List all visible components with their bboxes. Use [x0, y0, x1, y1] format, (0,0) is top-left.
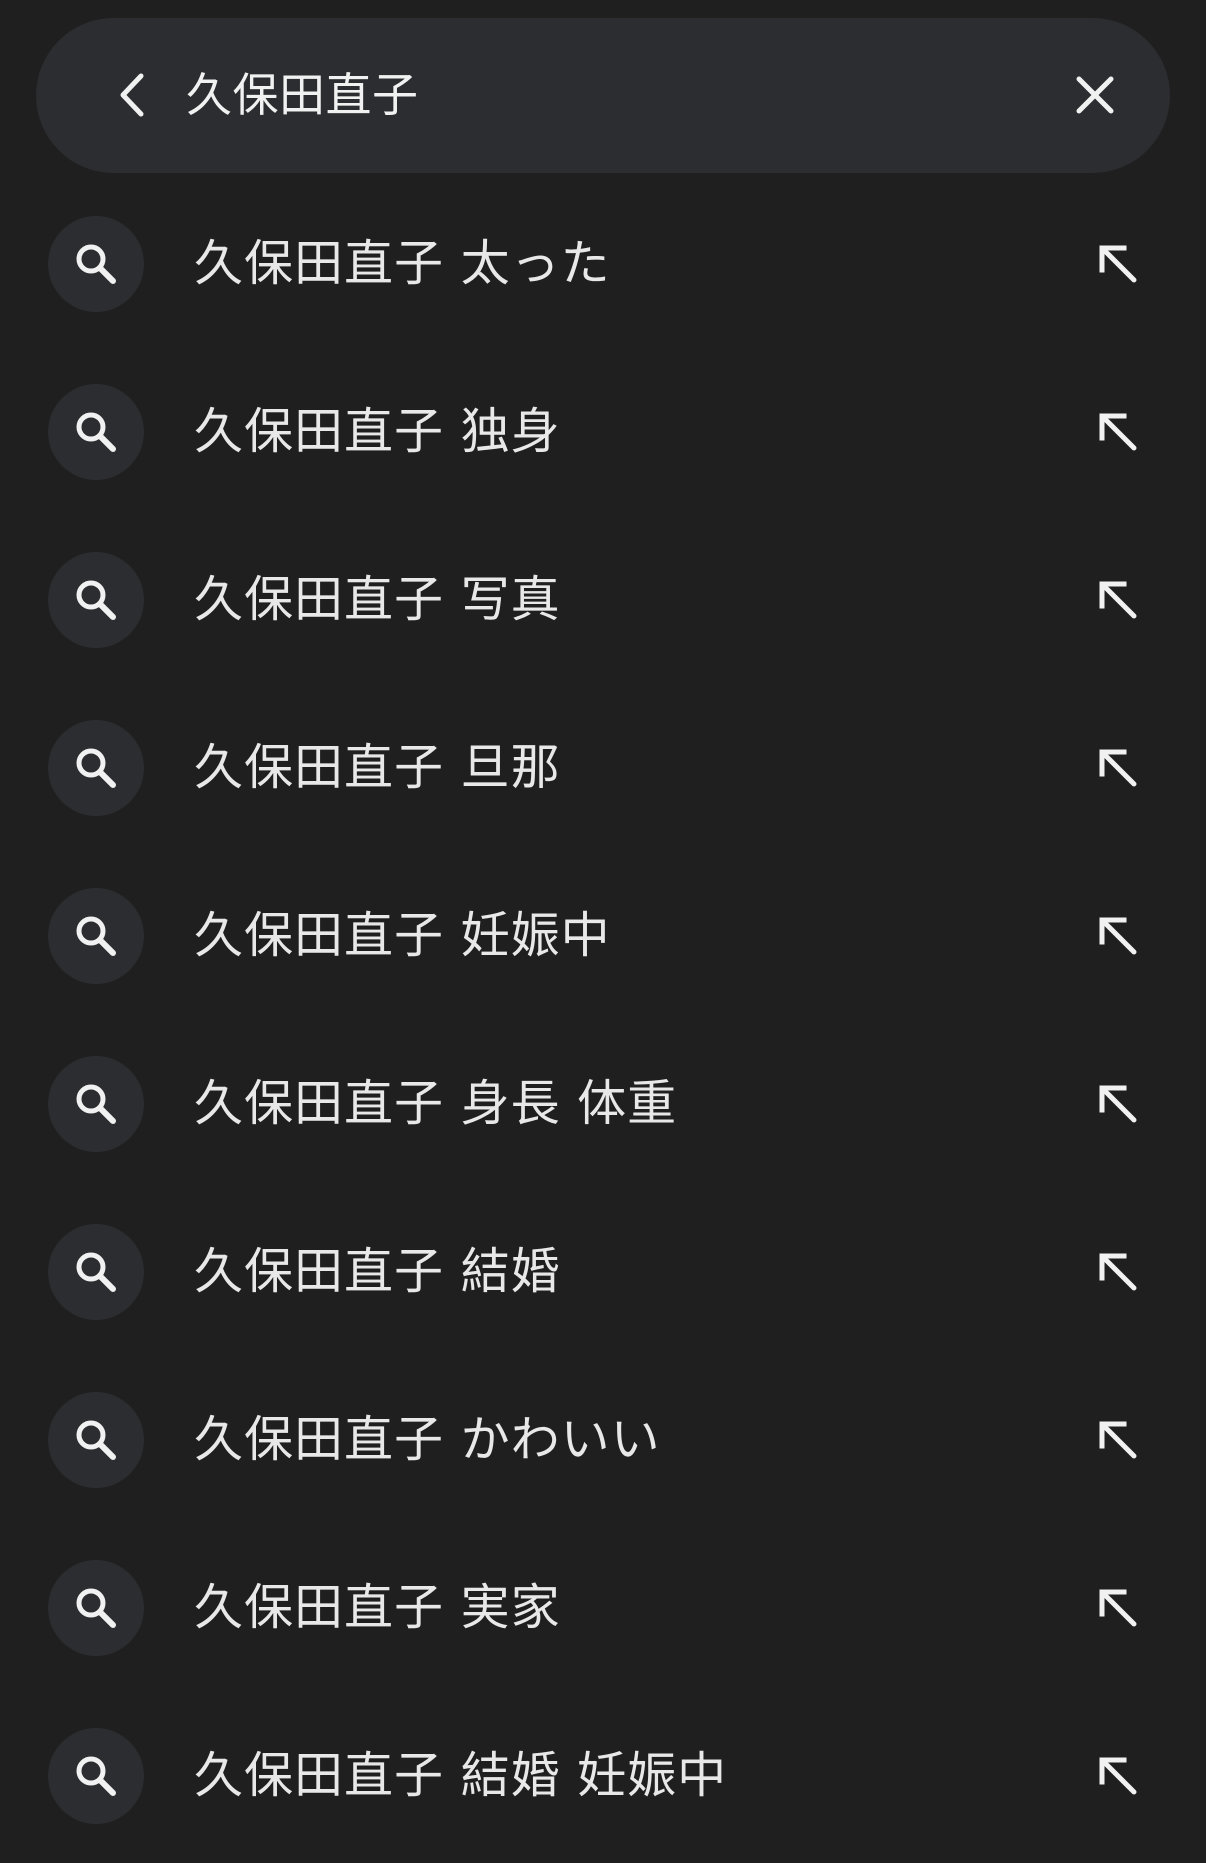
- suggestion-item[interactable]: 久保田直子 かわいい: [0, 1356, 1206, 1524]
- search-icon: [76, 244, 116, 284]
- suggestion-text: 久保田直子 実家: [194, 1579, 561, 1636]
- suggestion-text: 久保田直子 身長 体重: [194, 1075, 678, 1132]
- fill-query-button[interactable]: [1088, 1242, 1148, 1302]
- fill-query-button[interactable]: [1088, 1746, 1148, 1806]
- arrow-up-left-icon: [1099, 413, 1137, 451]
- arrow-up-left-icon: [1099, 1589, 1137, 1627]
- suggestion-item[interactable]: 久保田直子 写真: [0, 516, 1206, 684]
- suggestion-text: 久保田直子 独身: [194, 403, 561, 460]
- fill-query-button[interactable]: [1088, 402, 1148, 462]
- search-icon: [76, 748, 116, 788]
- suggestion-icon-circle: [48, 1392, 144, 1488]
- clear-button[interactable]: [1064, 64, 1126, 126]
- search-icon: [76, 1084, 116, 1124]
- suggestion-item[interactable]: 久保田直子 結婚 妊娠中: [0, 1692, 1206, 1860]
- suggestion-icon-circle: [48, 552, 144, 648]
- suggestion-icon-circle: [48, 720, 144, 816]
- suggestion-item[interactable]: 久保田直子 旦那: [0, 684, 1206, 852]
- suggestion-text: 久保田直子 妊娠中: [194, 907, 611, 964]
- suggestion-icon-circle: [48, 1560, 144, 1656]
- suggestion-icon-circle: [48, 1728, 144, 1824]
- arrow-up-left-icon: [1099, 1085, 1137, 1123]
- suggestion-item[interactable]: 久保田直子 実家: [0, 1524, 1206, 1692]
- search-icon: [76, 1420, 116, 1460]
- fill-query-button[interactable]: [1088, 234, 1148, 294]
- fill-query-button[interactable]: [1088, 570, 1148, 630]
- suggestion-icon-circle: [48, 1056, 144, 1152]
- arrow-up-left-icon: [1099, 581, 1137, 619]
- arrow-up-left-icon: [1099, 1421, 1137, 1459]
- suggestion-text: 久保田直子 かわいい: [194, 1411, 661, 1468]
- arrow-up-left-icon: [1099, 749, 1137, 787]
- search-icon: [76, 412, 116, 452]
- suggestion-item[interactable]: 久保田直子 太った: [0, 180, 1206, 348]
- arrow-up-left-icon: [1099, 245, 1137, 283]
- fill-query-button[interactable]: [1088, 1578, 1148, 1638]
- fill-query-button[interactable]: [1088, 738, 1148, 798]
- search-icon: [76, 1252, 116, 1292]
- close-icon: [1076, 76, 1114, 114]
- back-button[interactable]: [102, 64, 164, 126]
- arrow-up-left-icon: [1099, 1757, 1137, 1795]
- fill-query-button[interactable]: [1088, 1410, 1148, 1470]
- suggestion-icon-circle: [48, 384, 144, 480]
- arrow-up-left-icon: [1099, 1253, 1137, 1291]
- suggestion-list: 久保田直子 太った 久保田直子 独身 久保田直子 写真 久保田直子 旦那 久保田…: [0, 180, 1206, 1860]
- suggestion-icon-circle: [48, 216, 144, 312]
- search-icon: [76, 580, 116, 620]
- suggestion-icon-circle: [48, 888, 144, 984]
- search-input[interactable]: 久保田直子: [186, 18, 419, 173]
- fill-query-button[interactable]: [1088, 906, 1148, 966]
- suggestion-text: 久保田直子 写真: [194, 571, 561, 628]
- suggestion-item[interactable]: 久保田直子 結婚: [0, 1188, 1206, 1356]
- suggestion-item[interactable]: 久保田直子 妊娠中: [0, 852, 1206, 1020]
- fill-query-button[interactable]: [1088, 1074, 1148, 1134]
- suggestion-text: 久保田直子 結婚: [194, 1243, 561, 1300]
- search-icon: [76, 1756, 116, 1796]
- search-icon: [76, 1588, 116, 1628]
- chevron-left-icon: [120, 73, 144, 117]
- suggestion-item[interactable]: 久保田直子 独身: [0, 348, 1206, 516]
- suggestion-item[interactable]: 久保田直子 身長 体重: [0, 1020, 1206, 1188]
- search-bar[interactable]: 久保田直子: [36, 18, 1170, 173]
- suggestion-text: 久保田直子 結婚 妊娠中: [194, 1747, 728, 1804]
- arrow-up-left-icon: [1099, 917, 1137, 955]
- suggestion-text: 久保田直子 旦那: [194, 739, 561, 796]
- search-icon: [76, 916, 116, 956]
- suggestion-text: 久保田直子 太った: [194, 235, 611, 292]
- suggestion-icon-circle: [48, 1224, 144, 1320]
